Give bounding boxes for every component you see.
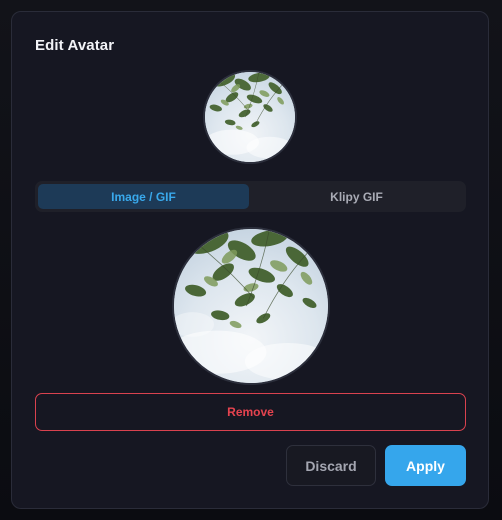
avatar-source-tabs: Image / GIF Klipy GIF (35, 181, 466, 212)
avatar-crop-preview[interactable] (172, 227, 330, 385)
apply-button[interactable]: Apply (385, 445, 466, 486)
avatar-image-large (174, 229, 328, 383)
tab-image-gif[interactable]: Image / GIF (38, 184, 249, 209)
dialog-title: Edit Avatar (35, 37, 115, 54)
avatar-image-small (205, 72, 295, 162)
discard-button[interactable]: Discard (286, 445, 376, 486)
tab-klipy-gif[interactable]: Klipy GIF (251, 184, 462, 209)
remove-button[interactable]: Remove (35, 393, 466, 431)
avatar-preview-small (203, 70, 297, 164)
edit-avatar-dialog: Edit Avatar Image / GIF Klipy GIF Remove… (11, 11, 489, 509)
